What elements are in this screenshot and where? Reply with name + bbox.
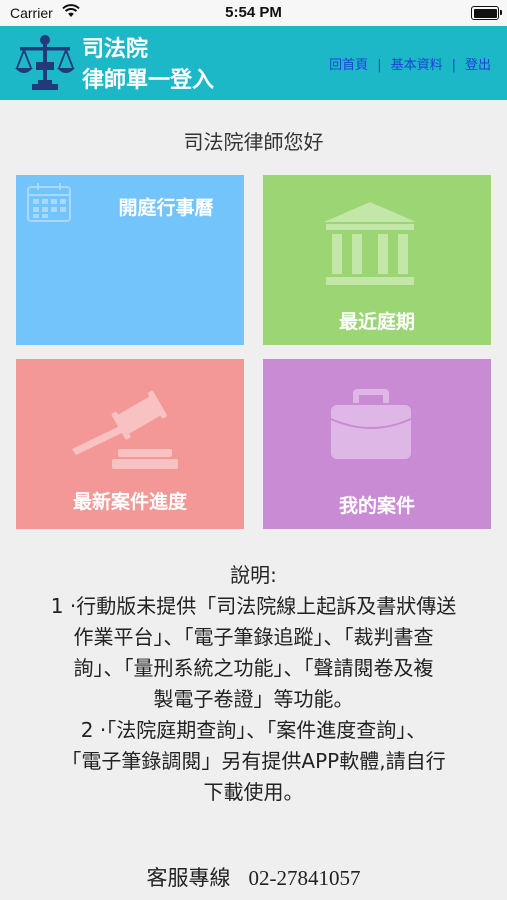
court-calendar-label: 開庭行事曆 [118, 197, 214, 219]
description-item2-line3: 下載使用。 [203, 780, 304, 804]
profile-link[interactable]: 基本資料 [391, 54, 443, 73]
nav-divider: | [451, 58, 456, 73]
courthouse-icon [324, 202, 416, 285]
recent-hearings-tile[interactable]: 最近庭期 [263, 175, 491, 345]
scales-of-justice-logo [15, 35, 75, 90]
nav-divider: | [377, 58, 382, 73]
clock: 5:54 PM [225, 4, 282, 21]
briefcase-icon [330, 389, 412, 459]
logout-link[interactable]: 登出 [465, 54, 491, 73]
case-progress-label: 最新案件進度 [72, 491, 187, 513]
hotline-label: 客服專線 [146, 866, 231, 890]
app-title-line2: 律師單一登入 [82, 68, 215, 93]
description-item2-line2: 「電子筆錄調閱」另有提供APP軟體,請自行 [61, 749, 446, 773]
description-heading: 說明: [230, 563, 277, 587]
home-link[interactable]: 回首頁 [329, 54, 368, 73]
greeting-text: 司法院律師您好 [183, 130, 324, 154]
battery-icon [471, 6, 502, 20]
app-title-line1: 司法院 [82, 37, 149, 62]
description-item1-line1: 1 ·行動版未提供「司法院線上起訴及書狀傳送 [50, 594, 457, 618]
my-cases-tile[interactable]: 我的案件 [263, 359, 491, 529]
hotline-number[interactable]: 02-27841057 [249, 866, 361, 890]
description-item2-line1: 2 ·「法院庭期查詢」、「案件進度查詢」、 [80, 718, 427, 742]
description-item1-line4: 製電子卷證」等功能。 [153, 687, 354, 711]
description-item1-line2: 作業平台」、「電子筆錄追蹤」、「裁判書查 [73, 625, 434, 649]
gavel-icon [72, 390, 178, 469]
app-title: 司法院 律師單一登入 [82, 34, 214, 96]
customer-service-hotline: 客服專線 02-27841057 [0, 862, 507, 892]
status-bar: Carrier 5:54 PM [0, 0, 507, 26]
description-item1-line3: 詢」、「量刑系統之功能」、「聲請閱卷及複 [73, 656, 434, 680]
case-progress-tile[interactable]: 最新案件進度 [16, 359, 244, 529]
app-header: 司法院 律師單一登入 回首頁 | 基本資料 | 登出 [0, 26, 507, 100]
my-cases-label: 我的案件 [338, 495, 415, 517]
court-calendar-tile[interactable]: 開庭行事曆 [16, 175, 244, 345]
header-nav: 回首頁 | 基本資料 | 登出 [329, 54, 491, 73]
description-section: 說明: 1 ·行動版未提供「司法院線上起訴及書狀傳送 作業平台」、「電子筆錄追蹤… [4, 560, 503, 808]
recent-hearings-label: 最近庭期 [338, 311, 415, 333]
